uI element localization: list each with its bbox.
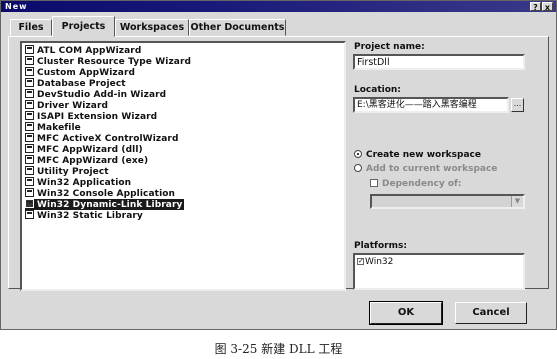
list-item[interactable]: ATL COM AppWizard xyxy=(25,45,141,56)
list-item[interactable]: Makefile xyxy=(25,122,81,133)
figure-caption: 图 3-25 新建 DLL 工程 xyxy=(214,342,343,356)
list-item[interactable]: Driver Wizard xyxy=(25,100,108,111)
list-item[interactable]: ISAPI Extension Wizard xyxy=(25,111,157,122)
new-dialog: New ? x Files Projects Workspaces Other … xyxy=(0,0,557,330)
platforms-list[interactable]: Win32 xyxy=(353,253,525,290)
project-type-icon xyxy=(25,89,34,98)
window-title: New xyxy=(5,2,28,11)
checkbox-icon xyxy=(370,179,378,187)
project-type-icon xyxy=(25,111,34,120)
project-type-icon xyxy=(25,188,34,197)
tab-other-documents[interactable]: Other Documents xyxy=(189,19,286,36)
cancel-button[interactable]: Cancel xyxy=(455,302,527,324)
list-item[interactable]: Win32 Static Library xyxy=(25,210,143,221)
radio-icon xyxy=(354,164,362,172)
project-type-icon xyxy=(25,144,34,153)
project-type-icon xyxy=(25,122,34,131)
dependency-checkbox[interactable]: Dependency of: xyxy=(370,179,462,189)
list-item-selected[interactable]: Win32 Dynamic-Link Library xyxy=(25,199,185,210)
platforms-label: Platforms: xyxy=(354,241,407,251)
radio-selected-icon xyxy=(354,150,362,158)
add-to-current-workspace-option[interactable]: Add to current workspace xyxy=(354,164,497,174)
project-name-input[interactable]: FirstDll xyxy=(353,54,525,70)
project-type-icon xyxy=(25,133,34,142)
close-button[interactable]: x xyxy=(542,2,553,12)
tab-workspaces[interactable]: Workspaces xyxy=(115,19,189,36)
browse-button[interactable]: ... xyxy=(511,98,524,112)
checkbox-checked-icon xyxy=(357,256,364,266)
project-type-icon xyxy=(25,45,34,54)
location-input[interactable]: E:\黑客进化——踏入黑客编程 xyxy=(353,97,509,113)
tab-files[interactable]: Files xyxy=(10,19,52,36)
project-type-icon xyxy=(25,199,34,208)
project-type-icon xyxy=(25,100,34,109)
list-item[interactable]: DevStudio Add-in Wizard xyxy=(25,89,166,100)
location-label: Location: xyxy=(354,85,401,95)
project-type-icon xyxy=(25,78,34,87)
project-type-icon xyxy=(25,155,34,164)
list-item[interactable]: Database Project xyxy=(25,78,126,89)
list-item[interactable]: Cluster Resource Type Wizard xyxy=(25,56,191,67)
help-button[interactable]: ? xyxy=(530,2,541,12)
tab-projects[interactable]: Projects xyxy=(52,16,115,37)
list-item[interactable]: MFC ActiveX ControlWizard xyxy=(25,133,178,144)
platform-item-win32[interactable]: Win32 xyxy=(357,256,393,267)
project-type-list[interactable]: ATL COM AppWizard Cluster Resource Type … xyxy=(20,41,346,291)
ok-button[interactable]: OK xyxy=(369,301,443,325)
project-name-label: Project name: xyxy=(354,42,425,52)
project-type-icon xyxy=(25,56,34,65)
project-type-icon xyxy=(25,177,34,186)
title-bar: New ? x xyxy=(1,1,556,12)
list-item[interactable]: Win32 Application xyxy=(25,177,131,188)
dependency-select[interactable]: ▼ xyxy=(370,194,525,209)
project-type-icon xyxy=(25,166,34,175)
create-new-workspace-option[interactable]: Create new workspace xyxy=(354,150,481,160)
project-type-icon xyxy=(25,210,34,219)
list-item[interactable]: Custom AppWizard xyxy=(25,67,135,78)
list-item[interactable]: Utility Project xyxy=(25,166,109,177)
list-item[interactable]: MFC AppWizard (exe) xyxy=(25,155,148,166)
list-item[interactable]: MFC AppWizard (dll) xyxy=(25,144,143,155)
list-item[interactable]: Win32 Console Application xyxy=(25,188,175,199)
chevron-down-icon: ▼ xyxy=(511,196,523,207)
project-type-icon xyxy=(25,67,34,76)
